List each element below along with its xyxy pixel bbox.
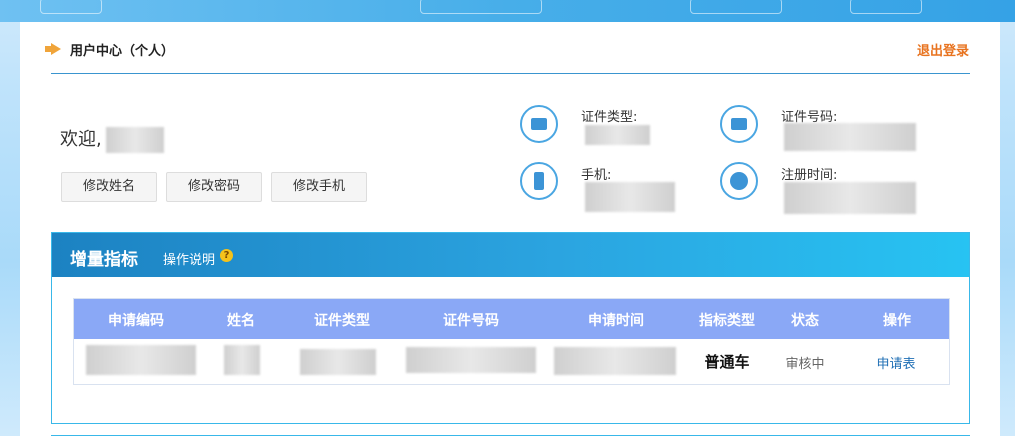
- arrow-right-icon: [45, 43, 61, 55]
- id-card-icon: [520, 105, 558, 143]
- status-cell: 审核中: [785, 357, 825, 372]
- application-form-link[interactable]: 申请表: [873, 353, 919, 372]
- clock-icon: [720, 162, 758, 200]
- welcome-text: 欢迎,: [60, 125, 164, 153]
- column-header: 操作: [883, 313, 911, 329]
- redacted-id-number: [784, 123, 916, 151]
- increment-indicator-section: 增量指标 操作说明 ? 申请编码 姓名 证件类型 证件号码 申请时间 指标类型 …: [51, 232, 970, 424]
- welcome-label: 欢迎,: [60, 129, 102, 150]
- banner-decoration: [690, 0, 782, 14]
- application-table: 申请编码 姓名 证件类型 证件号码 申请时间 指标类型 状态 操作 普通车 审核…: [73, 298, 950, 385]
- redacted-application-time: [554, 347, 676, 375]
- column-header: 证件号码: [443, 313, 499, 329]
- register-time-label: 注册时间:: [781, 168, 838, 183]
- section-header: 增量指标 操作说明 ?: [52, 233, 969, 277]
- section-title: 增量指标: [70, 250, 138, 270]
- phone-label: 手机:: [581, 168, 612, 183]
- redacted-id-number-cell: [406, 347, 536, 373]
- edit-password-button[interactable]: 修改密码: [166, 172, 262, 202]
- column-header: 申请编码: [108, 313, 164, 329]
- redacted-username: [105, 127, 164, 153]
- edit-phone-button[interactable]: 修改手机: [271, 172, 367, 202]
- indicator-type-cell: 普通车: [704, 353, 750, 371]
- banner-decoration: [420, 0, 542, 14]
- redacted-phone: [585, 182, 675, 212]
- top-banner: [0, 0, 1015, 22]
- banner-decoration: [850, 0, 922, 14]
- id-card-glyph: [531, 118, 547, 130]
- column-header: 状态: [791, 313, 819, 329]
- redacted-application-code: [86, 345, 196, 375]
- id-type-label: 证件类型:: [581, 110, 638, 125]
- column-header: 证件类型: [314, 313, 370, 329]
- page-header: 用户中心（个人） 退出登录: [45, 40, 969, 72]
- page-title: 用户中心（个人）: [70, 44, 175, 59]
- edit-name-button[interactable]: 修改姓名: [61, 172, 157, 202]
- logout-link[interactable]: 退出登录: [917, 40, 969, 59]
- column-header: 姓名: [227, 313, 255, 329]
- redacted-name: [224, 345, 260, 375]
- column-header: 申请时间: [588, 313, 644, 329]
- help-link[interactable]: 操作说明: [163, 249, 215, 268]
- redacted-register-time: [784, 182, 916, 214]
- redacted-id-type-cell: [300, 349, 376, 375]
- clock-glyph: [730, 172, 748, 190]
- header-divider: [51, 73, 970, 74]
- redacted-id-type: [585, 125, 650, 145]
- contact-card-glyph: [731, 118, 747, 130]
- help-icon[interactable]: ?: [220, 249, 233, 262]
- column-header: 指标类型: [699, 313, 755, 329]
- phone-icon: [520, 162, 558, 200]
- user-center-panel: 用户中心（个人） 退出登录 欢迎, 修改姓名 修改密码 修改手机 证件类型: 证…: [20, 22, 1000, 436]
- contact-card-icon: [720, 105, 758, 143]
- banner-decoration: [40, 0, 102, 14]
- table-header: 申请编码 姓名 证件类型 证件号码 申请时间 指标类型 状态 操作: [74, 299, 949, 339]
- phone-glyph: [534, 172, 544, 190]
